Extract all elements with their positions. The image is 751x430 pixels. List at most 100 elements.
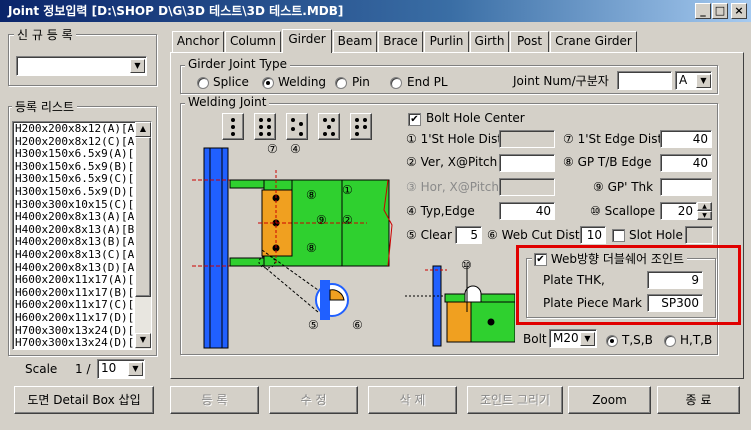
web-detail-drawing [405, 265, 515, 347]
splice-label: Splice [213, 75, 249, 89]
clear-input[interactable]: 5 [455, 226, 482, 244]
exit-button[interactable]: 종 료 [657, 386, 740, 414]
bolt-hole-center-checkbox[interactable]: ✔ [408, 113, 421, 126]
radio-pin[interactable] [335, 77, 347, 89]
scallope-label: ⑩ Scallope [590, 204, 656, 218]
chevron-down-icon[interactable]: ▼ [128, 362, 143, 376]
web-double-shear-header: ✔ Web방향 더블쉐어 조인트 [532, 250, 687, 267]
list-item[interactable]: H600x200x11x17(D)[A [15, 311, 134, 325]
delete-button[interactable]: 삭 제 [368, 386, 457, 414]
tab-beam[interactable]: Beam [333, 31, 377, 52]
plate-thk-input[interactable]: 9 [647, 271, 703, 289]
tsb-label: T,S,B [622, 333, 653, 347]
scale-label: Scale [25, 362, 58, 376]
st-hole-dist-label: ① 1'St Hole Dist [406, 132, 503, 146]
new-registration-label: 신 규 등 록 [14, 26, 76, 43]
scroll-down-icon[interactable]: ▼ [135, 333, 151, 348]
web-cut-dist-input[interactable]: 10 [580, 226, 606, 244]
plate-piece-mark-label: Plate Piece Mark [543, 296, 642, 310]
bolt-pattern-2-button[interactable] [254, 113, 276, 140]
plate-piece-mark-input[interactable]: SP300 [647, 294, 703, 312]
girder-joint-type-label: Girder Joint Type [185, 57, 291, 71]
radio-htb[interactable] [664, 335, 676, 347]
new-registration-combo[interactable] [16, 56, 147, 76]
drawing-marker-4: ④ [290, 142, 301, 156]
bolt-hole-center-label: Bolt Hole Center [426, 111, 525, 125]
tab-purlin[interactable]: Purlin [424, 31, 469, 52]
welding-label: Welding [278, 75, 327, 89]
window-title: Joint 정보입력 [D:\SHOP D\G\3D 테스트\3D 테스트.MD… [8, 4, 344, 18]
scallope-input[interactable]: 20 [660, 202, 697, 220]
htb-label: H,T,B [680, 333, 713, 347]
chevron-down-icon[interactable]: ▼ [130, 59, 145, 73]
radio-splice[interactable] [197, 77, 209, 89]
bolt-pattern-1-button[interactable] [222, 113, 244, 140]
welding-joint-drawing [192, 147, 393, 349]
bolt-pattern-3-button[interactable] [286, 113, 308, 140]
scallope-spin-down-icon[interactable]: ▼ [697, 211, 712, 220]
gp-tb-edge-label: ⑧ GP T/B Edge [563, 155, 652, 169]
list-item[interactable]: H300x150x6.5x9(D)[A [15, 185, 134, 199]
gp-tb-edge-input[interactable]: 40 [660, 154, 712, 172]
close-button[interactable]: × [731, 3, 747, 19]
modify-button[interactable]: 수 정 [269, 386, 358, 414]
joint-num-input[interactable] [617, 71, 672, 90]
scroll-thumb[interactable] [135, 137, 151, 297]
radio-welding[interactable] [262, 77, 274, 89]
scallope-spin-up-icon[interactable]: ▲ [697, 202, 712, 211]
slot-hole-input[interactable] [685, 226, 713, 244]
ver-pitch-input[interactable] [499, 154, 555, 172]
bolt-pattern-4-button[interactable] [318, 113, 340, 140]
list-scrollbar[interactable]: ▲ ▼ [135, 122, 151, 349]
chevron-down-icon[interactable]: ▼ [696, 74, 711, 88]
draw-joint-button[interactable]: 조인트 그리기 [467, 386, 563, 414]
tab-girder[interactable]: Girder [282, 29, 332, 53]
list-item[interactable]: H700x300x13x24(D)[B [15, 336, 134, 348]
tab-column[interactable]: Column [225, 31, 281, 52]
web-double-shear-checkbox[interactable]: ✔ [534, 253, 547, 266]
drawing-marker-9: ⑨ [316, 213, 327, 227]
typ-edge-label: ④ Typ,Edge [406, 204, 475, 218]
radio-tsb[interactable] [606, 335, 618, 347]
drawing-marker-10: ⑩ [461, 258, 472, 272]
st-hole-dist-input[interactable] [499, 130, 555, 148]
web-cut-dist-label: ⑥ Web Cut Dist [487, 228, 580, 242]
pin-label: Pin [352, 75, 370, 89]
list-item[interactable]: H300x150x6.5x9(A)[A [15, 148, 134, 161]
chevron-down-icon[interactable]: ▼ [580, 332, 595, 346]
registered-listbox[interactable]: H200x200x8x12(A)[A] H200x200x8x12(C)[A] H3… [12, 121, 152, 350]
hor-pitch-input[interactable] [499, 178, 555, 196]
tab-brace[interactable]: Brace [378, 31, 423, 52]
list-item[interactable]: H200x200x8x12(A)[A] [15, 123, 134, 136]
radio-end-pl[interactable] [390, 77, 402, 89]
title-bar: Joint 정보입력 [D:\SHOP D\G\3D 테스트\3D 테스트.MD… [0, 0, 751, 22]
slot-hole-checkbox[interactable] [612, 229, 625, 242]
maximize-button[interactable]: □ [712, 3, 728, 19]
list-item[interactable]: H400x200x8x13(C)[A] [15, 248, 134, 262]
detail-box-insert-button[interactable]: 도면 Detail Box 삽입 [14, 386, 154, 414]
typ-edge-input[interactable]: 40 [499, 202, 555, 220]
tab-girth[interactable]: Girth [470, 31, 509, 52]
minimize-button[interactable]: _ [695, 3, 711, 19]
tab-crane-girder[interactable]: Crane Girder [550, 31, 637, 52]
list-item[interactable]: H400x200x8x13(A)[A] [15, 211, 134, 224]
bolt-pattern-5-button[interactable] [350, 113, 372, 140]
list-item[interactable]: H600x200x11x17(A)[A [15, 274, 134, 287]
tab-post[interactable]: Post [510, 31, 549, 52]
drawing-marker-1: ① [342, 183, 353, 197]
drawing-marker-8b: ⑧ [306, 241, 317, 255]
st-edge-dist-input[interactable]: 40 [660, 130, 712, 148]
scale-prefix: 1 / [75, 362, 91, 376]
tab-anchor[interactable]: Anchor [172, 31, 224, 52]
gp-thk-input[interactable] [660, 178, 712, 196]
drawing-marker-6: ⑥ [352, 318, 363, 332]
plate-thk-label: Plate THK, [543, 273, 605, 287]
welding-joint-label: Welding Joint [185, 95, 270, 109]
st-edge-dist-label: ⑦ 1'St Edge Dist [563, 132, 663, 146]
drawing-marker-8: ⑧ [306, 188, 317, 202]
scroll-up-icon[interactable]: ▲ [135, 122, 151, 137]
slot-hole-label: Slot Hole [629, 228, 683, 242]
bolt-label: Bolt [523, 332, 547, 346]
register-button[interactable]: 등 록 [170, 386, 259, 414]
zoom-button[interactable]: Zoom [568, 386, 651, 414]
